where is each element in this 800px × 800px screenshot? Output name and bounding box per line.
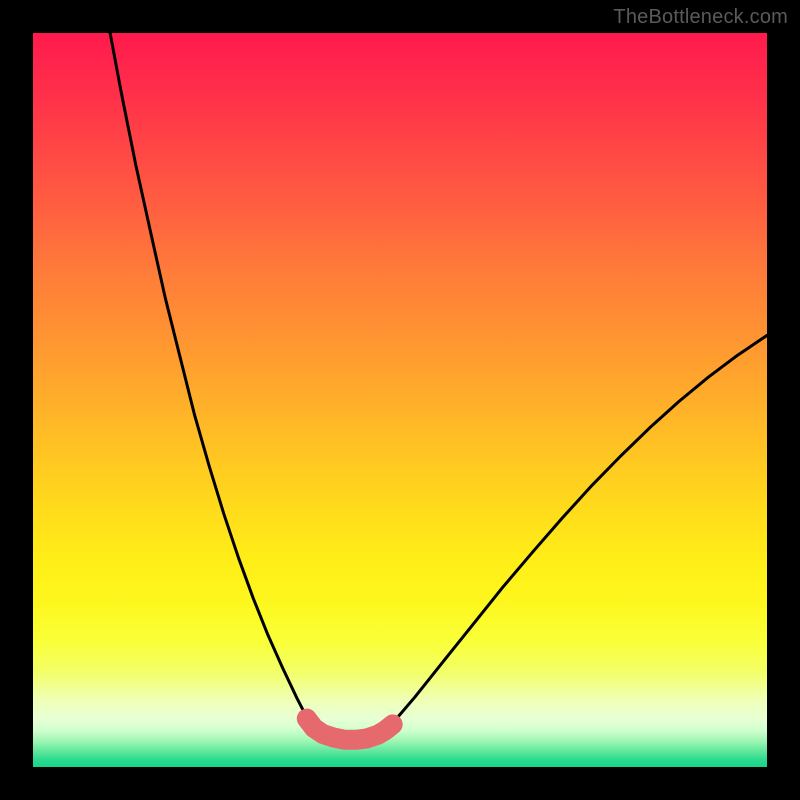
plot-area (33, 33, 767, 767)
minimum-marker-dot (305, 719, 323, 737)
chart-stage: TheBottleneck.com (0, 0, 800, 800)
chart-svg (33, 33, 767, 767)
bottleneck-curve (110, 33, 767, 741)
watermark-text: TheBottleneck.com (613, 6, 788, 29)
series-group (110, 33, 767, 741)
